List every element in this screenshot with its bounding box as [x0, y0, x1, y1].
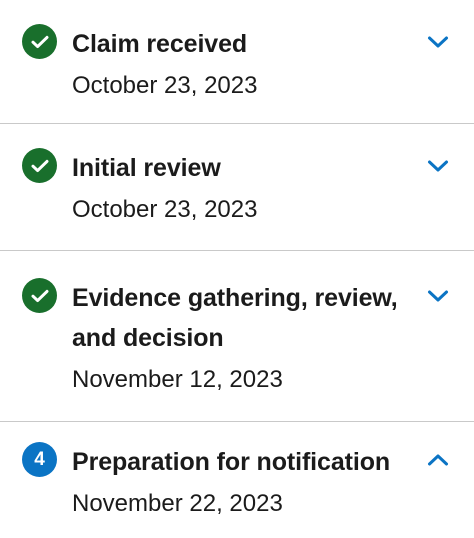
- step-title: Initial review: [72, 154, 221, 182]
- step-number-badge: 4: [22, 442, 57, 477]
- step-date: October 23, 2023: [72, 196, 258, 223]
- step-content: Claim received October 23, 2023: [57, 24, 422, 106]
- expand-button[interactable]: [422, 280, 454, 312]
- timeline-step-claim-received[interactable]: Claim received October 23, 2023: [0, 0, 474, 124]
- step-date: November 12, 2023: [72, 366, 283, 393]
- step-content: Evidence gathering, review, and decision…: [57, 278, 422, 400]
- timeline-step-evidence-gathering[interactable]: Evidence gathering, review, and decision…: [0, 251, 474, 422]
- step-complete-badge: [22, 148, 57, 183]
- expand-button[interactable]: [422, 150, 454, 182]
- step-number: 4: [34, 449, 45, 470]
- chevron-down-icon: [428, 160, 448, 172]
- step-title: Claim received: [72, 30, 248, 58]
- step-content: Initial review October 23, 2023: [57, 148, 422, 230]
- collapse-button[interactable]: [422, 444, 454, 476]
- claim-status-timeline: Claim received October 23, 2023 Initial …: [0, 0, 474, 538]
- step-title: Evidence gathering, review, and decision: [72, 284, 398, 352]
- step-date: November 22, 2023: [72, 490, 283, 517]
- checkmark-icon: [31, 35, 48, 48]
- timeline-step-preparation-for-notification[interactable]: 4 Preparation for notification November …: [0, 422, 474, 538]
- checkmark-icon: [31, 159, 48, 172]
- step-complete-badge: [22, 278, 57, 313]
- step-title: Preparation for notification: [72, 448, 391, 476]
- step-content: Preparation for notification November 22…: [57, 442, 422, 524]
- checkmark-icon: [31, 289, 48, 302]
- chevron-up-icon: [428, 454, 448, 466]
- step-date: October 23, 2023: [72, 72, 258, 99]
- step-complete-badge: [22, 24, 57, 59]
- chevron-down-icon: [428, 36, 448, 48]
- timeline-step-initial-review[interactable]: Initial review October 23, 2023: [0, 124, 474, 251]
- expand-button[interactable]: [422, 26, 454, 58]
- chevron-down-icon: [428, 290, 448, 302]
